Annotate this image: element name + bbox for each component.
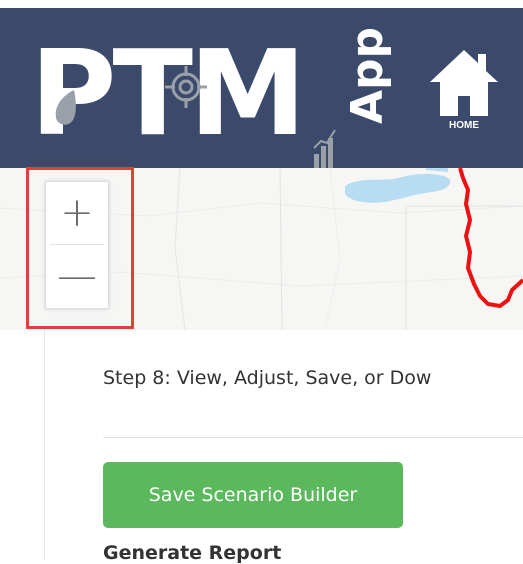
home-label: HOME: [449, 120, 479, 131]
home-icon: [430, 50, 498, 116]
logo-app-word: App: [342, 26, 393, 124]
save-scenario-builder-button[interactable]: Save Scenario Builder: [103, 462, 403, 528]
next-section-heading: Generate Report: [103, 542, 282, 564]
zoom-out-button[interactable]: —: [46, 245, 108, 307]
zoom-in-button[interactable]: +: [46, 182, 108, 244]
crosshair-icon: [165, 66, 207, 108]
panel-left-border: [44, 330, 45, 559]
step-divider: [103, 437, 523, 438]
bar-chart-icon: [313, 129, 336, 168]
zoom-control: + —: [45, 181, 109, 309]
water-drop-icon: [55, 90, 76, 125]
home-button[interactable]: HOME: [422, 48, 506, 143]
ptm-app-logo: PTM App: [30, 27, 393, 168]
app-header: PTM App HOME: [0, 0, 523, 168]
step-title: Step 8: View, Adjust, Save, or Dow: [103, 367, 432, 389]
